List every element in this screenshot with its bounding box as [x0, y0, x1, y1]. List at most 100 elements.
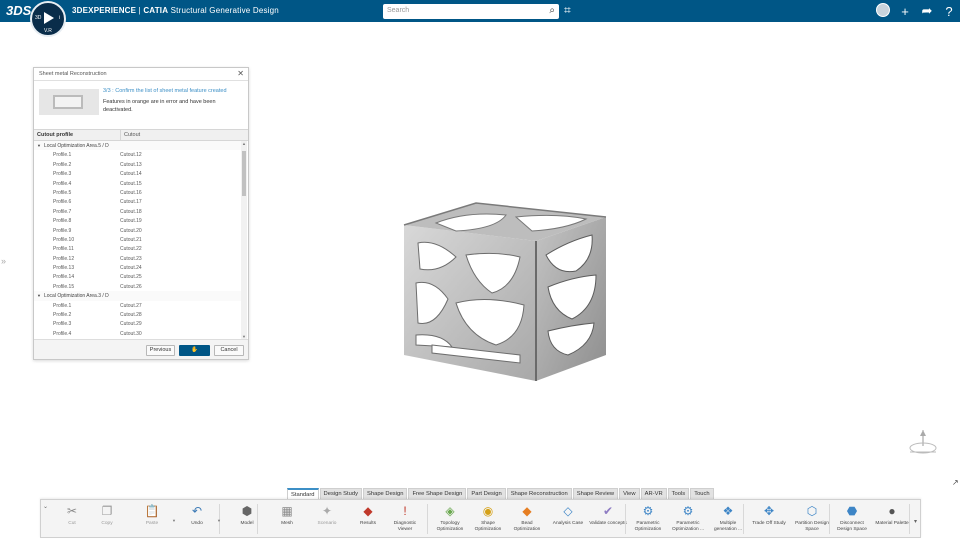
table-row[interactable]: Profile.9 Cutout.20	[34, 226, 241, 235]
sheet-metal-cube-model[interactable]	[396, 195, 612, 385]
results-button[interactable]: ◆ Results	[349, 503, 387, 537]
dialog-header: 3/3 : Confirm the list of sheet metal fe…	[34, 81, 248, 129]
column-header-cutout[interactable]: Cutout	[120, 130, 140, 140]
disconnect-design-space-icon: ⬣	[846, 504, 858, 518]
tab-touch[interactable]: Touch	[690, 488, 714, 499]
trade-off-study-button[interactable]: ✥ Trade Off Study	[750, 503, 788, 537]
table-row[interactable]: Profile.5 Cutout.16	[34, 188, 241, 197]
cancel-button[interactable]: Cancel	[214, 345, 244, 356]
tab-tools[interactable]: Tools	[667, 488, 690, 499]
tab-design-study[interactable]: Design Study	[319, 488, 363, 499]
table-row[interactable]: Profile.13 Cutout.24	[34, 263, 241, 272]
ds-logo-icon: 3DS	[6, 3, 32, 18]
cutout-cell: Cutout.15	[120, 180, 142, 187]
parametric-optimization-button[interactable]: ⚙ Parametric Optimization	[629, 503, 667, 537]
table-row[interactable]: Profile.10 Cutout.21	[34, 235, 241, 244]
table-row[interactable]: Profile.1 Cutout.12	[34, 150, 241, 159]
tab-shape-reconstruction[interactable]: Shape Reconstruction	[506, 488, 572, 499]
paste-button[interactable]: 📋 Paste	[133, 503, 171, 537]
partition-design-space-button[interactable]: ⬡ Partition Design Space	[793, 503, 831, 537]
dropdown-arrow-icon[interactable]: ▼	[217, 518, 221, 523]
material-palette-icon: ●	[888, 504, 896, 518]
share-icon[interactable]: ➦	[916, 3, 938, 19]
table-row[interactable]: Profile.3 Cutout.29	[34, 319, 241, 328]
compass-info-label: i	[58, 15, 60, 21]
toolbar-separator	[625, 504, 626, 534]
tab-shape-design[interactable]: Shape Design	[363, 488, 408, 499]
add-icon[interactable]: +	[894, 4, 916, 19]
table-row[interactable]: Profile.2 Cutout.13	[34, 160, 241, 169]
expand-arrow-icon[interactable]: ▼	[37, 293, 41, 298]
user-avatar-icon[interactable]	[872, 2, 894, 20]
expand-arrow-icon[interactable]: ▼	[37, 143, 41, 148]
analysis-case-button[interactable]: ◇ Analysis Case	[549, 503, 587, 537]
dropdown-arrow-icon[interactable]: ▼	[172, 518, 176, 523]
collapse-action-bar-icon[interactable]: ⌄	[43, 503, 48, 510]
description-text: Features in orange are in error and have…	[103, 99, 216, 113]
search-input[interactable]: Search ⌕	[383, 4, 559, 19]
action-bar-more-icon[interactable]: ▾	[914, 518, 917, 525]
toolbar-separator	[427, 504, 428, 534]
copy-button[interactable]: ❐ Copy	[88, 503, 126, 537]
expand-panel-icon[interactable]: »	[1, 256, 6, 266]
close-icon[interactable]: ✕	[237, 69, 244, 78]
compass-button[interactable]: 3D i V.R	[30, 1, 66, 37]
scroll-up-icon[interactable]: ▲	[242, 141, 246, 146]
cutout-profile-cell: Profile.1	[53, 302, 72, 309]
tab-ar-vr[interactable]: AR-VR	[640, 488, 667, 499]
table-row[interactable]: Profile.4 Cutout.15	[34, 179, 241, 188]
help-icon[interactable]: ?	[938, 4, 960, 19]
validate-concepts-button[interactable]: ✔ Validate concepts	[589, 503, 627, 537]
table-row[interactable]: Profile.1 Cutout.27	[34, 301, 241, 310]
previous-button[interactable]: Previous	[146, 345, 175, 356]
tab-standard[interactable]: Standard	[287, 488, 319, 499]
cutout-profile-cell: Profile.13	[53, 265, 75, 272]
table-row[interactable]: Profile.4 Cutout.30	[34, 329, 241, 338]
table-scrollbar[interactable]: ▲ ▼	[241, 141, 247, 339]
bead-optimization-button[interactable]: ◆ Bead Optimization	[508, 503, 546, 537]
material-palette-button[interactable]: ● Material Palette	[873, 503, 911, 537]
tab-shape-review[interactable]: Shape Review	[572, 488, 619, 499]
diagnostic-viewer-button[interactable]: ! Diagnostic Viewer	[386, 503, 424, 537]
table-row[interactable]: Profile.8 Cutout.19	[34, 216, 241, 225]
table-row[interactable]: Profile.6 Cutout.17	[34, 197, 241, 206]
app-module: Structural Generative Design	[170, 6, 279, 15]
ok-button[interactable]: ✋	[179, 345, 210, 356]
view-compass-icon[interactable]	[906, 428, 940, 458]
search-icon[interactable]: ⌕	[549, 5, 555, 16]
disconnect-design-space-button[interactable]: ⬣ Disconnect Design Space	[833, 503, 871, 537]
group-row[interactable]: ▼ Local Optimization Area.5 / D	[34, 141, 241, 151]
group-row[interactable]: ▼ Local Optimization Area.3 / D	[34, 291, 241, 301]
table-row[interactable]: Profile.7 Cutout.18	[34, 207, 241, 216]
table-row[interactable]: Profile.3 Cutout.14	[34, 169, 241, 178]
table-row[interactable]: Profile.11 Cutout.22	[34, 244, 241, 253]
tab-part-design[interactable]: Part Design	[467, 488, 506, 499]
table-row[interactable]: Profile.14 Cutout.25	[34, 272, 241, 281]
cutout-cell: Cutout.27	[120, 302, 142, 309]
cutout-profile-cell: Profile.5	[53, 189, 72, 196]
model-button[interactable]: ⬢ Model	[228, 503, 266, 537]
mesh-button[interactable]: ▦ Mesh	[268, 503, 306, 537]
scenario-button[interactable]: ✦ Scenario	[308, 503, 346, 537]
scrollbar-thumb[interactable]	[242, 151, 246, 196]
parametric-optimization-2-button[interactable]: ⚙ Parametric Optimization ...	[669, 503, 707, 537]
cutout-profile-cell: Profile.2	[53, 161, 72, 168]
cut-button[interactable]: ✂ Cut	[53, 503, 91, 537]
cutout-cell: Cutout.22	[120, 246, 142, 253]
table-row[interactable]: Profile.15 Cutout.26	[34, 282, 241, 291]
tab-free-shape-design[interactable]: Free Shape Design	[408, 488, 467, 499]
trade-off-study-label: Trade Off Study	[752, 521, 786, 526]
undo-button[interactable]: ↶ Undo	[178, 503, 216, 537]
table-row[interactable]: Profile.12 Cutout.23	[34, 254, 241, 263]
cutout-profile-cell: Profile.7	[53, 208, 72, 215]
tab-view[interactable]: View	[619, 488, 640, 499]
material-palette-label: Material Palette	[875, 521, 909, 526]
tag-icon[interactable]: ⌗	[564, 3, 571, 18]
table-header: Cutout profile Cutout	[34, 129, 248, 141]
column-header-cutout-profile[interactable]: Cutout profile	[37, 132, 73, 138]
multiple-generation-button[interactable]: ❖ Multiple generation ...	[709, 503, 747, 537]
search-placeholder: Search	[387, 7, 410, 14]
topology-optimization-button[interactable]: ◈ Topology Optimization	[431, 503, 469, 537]
table-row[interactable]: Profile.2 Cutout.28	[34, 310, 241, 319]
shape-optimization-button[interactable]: ◉ Shape Optimization	[469, 503, 507, 537]
